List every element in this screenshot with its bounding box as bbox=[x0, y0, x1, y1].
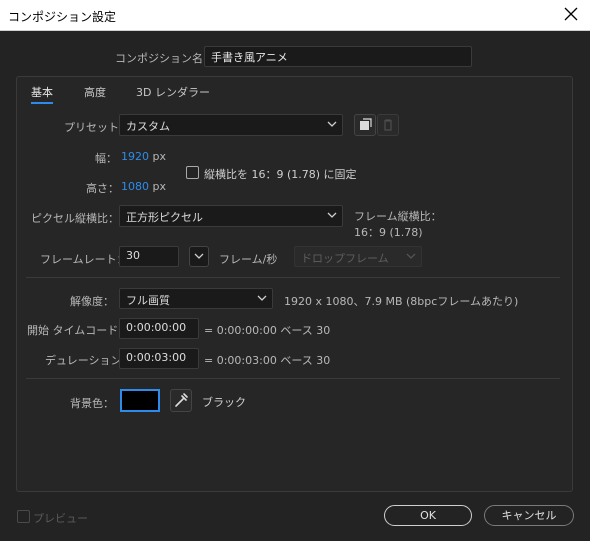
background-color-swatch[interactable] bbox=[120, 389, 160, 412]
width-field[interactable]: 1920 px bbox=[121, 150, 166, 163]
resolution-select[interactable]: フル画質 bbox=[119, 288, 273, 309]
eyedropper-icon bbox=[175, 393, 188, 407]
resolution-info: 1920 x 1080、7.9 MB (8bpcフレームあたり) bbox=[284, 295, 519, 308]
start-timecode-info: = 0:00:00:00 ベース 30 bbox=[204, 324, 331, 337]
duration-input[interactable]: 0:00:03:00 bbox=[119, 348, 199, 369]
tab-basic[interactable]: 基本 bbox=[31, 84, 53, 104]
eyedropper-button[interactable] bbox=[170, 389, 192, 412]
background-color-name: ブラック bbox=[202, 396, 246, 409]
save-preset-button[interactable] bbox=[354, 114, 376, 136]
save-preset-icon bbox=[360, 118, 372, 130]
pixel-aspect-label: ピクセル縦横比： bbox=[31, 212, 119, 225]
delete-preset-button[interactable] bbox=[377, 114, 399, 136]
frame-rate-unit: フレーム/秒 bbox=[219, 253, 278, 266]
chevron-down-icon bbox=[194, 253, 204, 259]
chevron-down-icon bbox=[327, 212, 337, 218]
resolution-label: 解像度： bbox=[70, 295, 114, 308]
close-icon[interactable] bbox=[562, 5, 580, 23]
frame-rate-label: フレームレート： bbox=[40, 253, 128, 266]
chevron-down-icon bbox=[257, 295, 267, 301]
preset-value: カスタム bbox=[126, 120, 170, 133]
start-timecode-label: 開始 タイムコード： bbox=[27, 324, 130, 337]
cancel-button[interactable]: キャンセル bbox=[484, 505, 574, 526]
duration-info: = 0:00:03:00 ベース 30 bbox=[204, 354, 331, 367]
pixel-aspect-value: 正方形ピクセル bbox=[126, 211, 203, 224]
height-field[interactable]: 1080 px bbox=[121, 180, 166, 193]
width-label: 幅： bbox=[95, 152, 117, 165]
comp-name-label: コンポジション名： bbox=[115, 52, 214, 65]
tab-advanced[interactable]: 高度 bbox=[84, 84, 106, 100]
frame-aspect-value: 16：9 (1.78) bbox=[354, 226, 423, 239]
tab-3d-renderer[interactable]: 3D レンダラー bbox=[136, 84, 210, 100]
resolution-value: フル画質 bbox=[126, 294, 170, 307]
title-bar: コンポジション設定 bbox=[0, 0, 590, 31]
comp-name-input[interactable]: 手書き風アニメ bbox=[204, 46, 472, 67]
divider bbox=[26, 378, 560, 379]
height-label: 高さ： bbox=[86, 182, 119, 195]
pixel-aspect-select[interactable]: 正方形ピクセル bbox=[119, 205, 343, 227]
settings-panel bbox=[16, 76, 573, 492]
preview-checkbox[interactable] bbox=[17, 510, 30, 523]
ok-button[interactable]: OK bbox=[384, 505, 472, 526]
frame-rate-dropdown[interactable] bbox=[189, 246, 209, 267]
frame-aspect-label: フレーム縦横比： bbox=[354, 210, 442, 223]
start-timecode-input[interactable]: 0:00:00:00 bbox=[119, 318, 199, 339]
height-value: 1080 bbox=[121, 180, 149, 193]
drop-frame-select[interactable]: ドロップフレーム bbox=[294, 246, 422, 267]
height-unit: px bbox=[152, 180, 167, 193]
divider bbox=[26, 277, 560, 278]
lock-aspect-checkbox[interactable] bbox=[186, 166, 199, 179]
preview-label: プレビュー bbox=[33, 512, 88, 525]
preset-select[interactable]: カスタム bbox=[119, 114, 343, 136]
drop-frame-value: ドロップフレーム bbox=[301, 252, 389, 265]
width-value: 1920 bbox=[121, 150, 149, 163]
lock-aspect-label: 縦横比を 16：9 (1.78) に固定 bbox=[204, 168, 357, 181]
chevron-down-icon bbox=[406, 253, 416, 259]
frame-rate-input[interactable]: 30 bbox=[119, 246, 179, 267]
window-title: コンポジション設定 bbox=[8, 10, 117, 24]
background-label: 背景色： bbox=[70, 397, 114, 410]
width-unit: px bbox=[152, 150, 167, 163]
chevron-down-icon bbox=[327, 121, 337, 127]
trash-icon bbox=[384, 119, 392, 131]
